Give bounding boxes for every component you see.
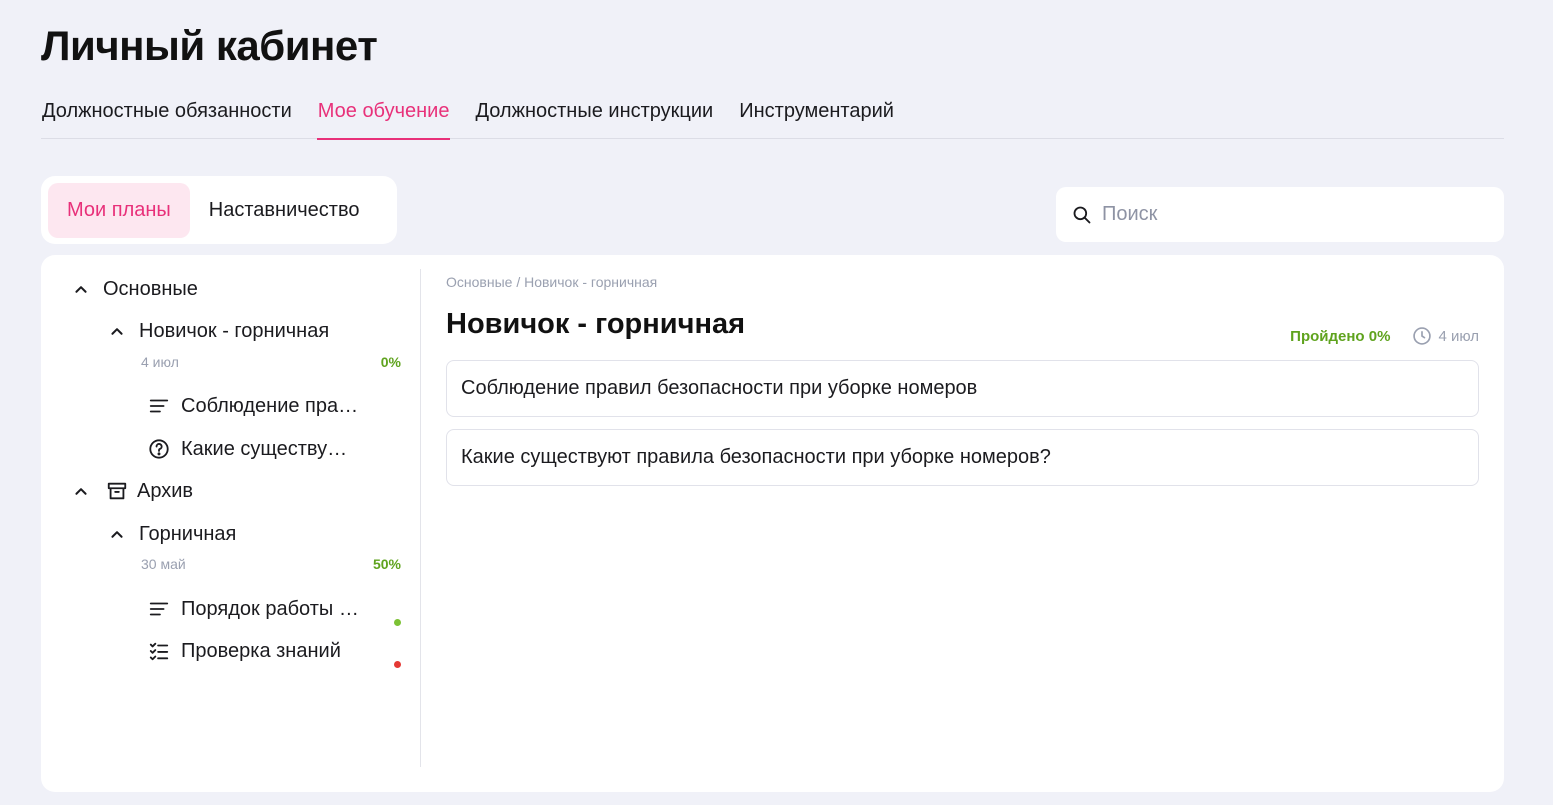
tree-plan-meta: 30 май 50%: [141, 556, 401, 576]
sub-tabs: Мои планы Наставничество: [41, 176, 397, 244]
chevron-up-icon: [105, 522, 129, 546]
plan-date: 4 июл: [1412, 326, 1479, 346]
clock-icon: [1413, 327, 1432, 345]
tree-plan-meta: 4 июл 0%: [141, 354, 401, 374]
search-box: [1056, 187, 1504, 242]
main-panel: Основные Новичок - горничная 4 июл 0% Со…: [41, 255, 1504, 792]
tree-group-label: Основные: [103, 277, 198, 300]
tab-my-learning[interactable]: Мое обучение: [316, 92, 451, 140]
lines-icon: [147, 597, 171, 621]
chevron-up-icon: [69, 479, 93, 503]
tree-group-label: Архив: [137, 479, 194, 502]
tree-item-safety-rules[interactable]: Соблюдение правил безопасности при уборк…: [147, 391, 367, 421]
plan-date: 30 май: [141, 556, 186, 572]
tree-item-maid-procedure[interactable]: Порядок работы горничной: [147, 594, 367, 624]
chevron-up-icon: [105, 319, 129, 343]
plan-date: 4 июл: [141, 354, 179, 370]
status-dot-completed: [394, 619, 401, 626]
tree-plan-label: Новичок - горничная: [139, 319, 330, 342]
tree-item-knowledge-check[interactable]: Проверка знаний: [147, 636, 367, 666]
lines-icon: [147, 394, 171, 418]
plan-progress: 50%: [372, 556, 401, 572]
tree-item-safety-question[interactable]: Какие существуют правила безопасности пр…: [147, 434, 367, 464]
tree-item-label: Проверка знаний: [181, 639, 341, 662]
subtab-my-plans[interactable]: Мои планы: [48, 182, 190, 238]
passed-percentage: Пройдено 0%: [1290, 327, 1391, 345]
checklist-icon: [147, 639, 171, 663]
plan-item-card[interactable]: Какие существуют правила безопасности пр…: [446, 429, 1479, 486]
search-input[interactable]: [1102, 203, 1492, 226]
archive-icon: [105, 479, 129, 503]
tree-plan-newbie-maid[interactable]: Новичок - горничная: [105, 316, 329, 346]
status-dot-failed: [394, 661, 401, 668]
tree-group-main[interactable]: Основные: [69, 274, 198, 304]
tree-plan-label: Горничная: [139, 522, 237, 545]
tree-plan-maid[interactable]: Горничная: [105, 519, 236, 549]
tab-job-instructions[interactable]: Должностные инструкции: [474, 92, 714, 139]
plan-progress: 0%: [380, 354, 401, 370]
page-title: Личный кабинет: [41, 22, 378, 69]
chevron-up-icon: [69, 277, 93, 301]
breadcrumb: Основные / Новичок - горничная: [446, 274, 658, 290]
tree-item-label: Порядок работы горничной: [181, 597, 361, 620]
tree-item-label: Какие существуют правила безопасности пр…: [181, 437, 361, 460]
top-tabs: Должностные обязанности Мое обучение Дол…: [41, 92, 1504, 140]
search-icon: [1073, 206, 1091, 223]
plans-tree: Основные Новичок - горничная 4 июл 0% Со…: [41, 269, 421, 767]
tree-item-label: Соблюдение правил безопасности при уборк…: [181, 394, 361, 417]
plan-date-text: 4 июл: [1438, 327, 1479, 345]
question-icon: [147, 437, 171, 461]
tree-group-archive[interactable]: Архив: [69, 476, 193, 506]
plan-status: Пройдено 0% 4 июл: [1290, 326, 1479, 346]
tab-job-duties[interactable]: Должностные обязанности: [41, 92, 293, 139]
tab-toolkit[interactable]: Инструментарий: [738, 92, 895, 139]
subtab-mentoring[interactable]: Наставничество: [190, 183, 379, 238]
plan-title: Новичок - горничная: [446, 308, 746, 340]
plan-item-card[interactable]: Соблюдение правил безопасности при уборк…: [446, 360, 1479, 417]
